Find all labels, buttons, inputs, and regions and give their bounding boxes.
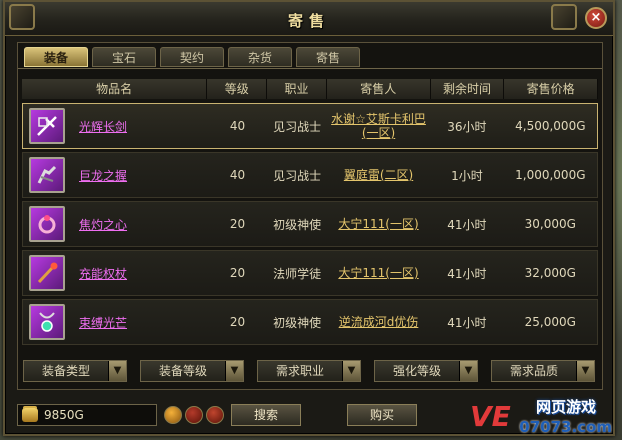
- watermark-logo: VE: [470, 400, 511, 433]
- column-header-seller[interactable]: 寄售人: [326, 79, 431, 99]
- window-titlebar[interactable]: 寄售 ×: [5, 2, 613, 36]
- gauntlet-icon[interactable]: [29, 157, 65, 193]
- item-cell: 光辉长剑: [23, 108, 208, 144]
- dropdown-arrow-icon[interactable]: ▼: [342, 361, 360, 381]
- item-job: 见习战士: [273, 168, 322, 183]
- filter-label: 强化等级: [392, 364, 441, 378]
- table-row[interactable]: 巨龙之握 40 见习战士 翼庭雷(二区) 1小时 1,000,000G: [22, 152, 598, 198]
- item-job: 初级神使: [273, 217, 322, 232]
- close-button[interactable]: ×: [585, 7, 607, 29]
- item-cell: 巨龙之握: [23, 157, 208, 193]
- dropdown-arrow-icon[interactable]: ▼: [108, 361, 126, 381]
- site-watermark: VE 网页游戏 07073.com: [470, 396, 620, 440]
- item-job: 法师学徒: [273, 266, 322, 281]
- table-row[interactable]: 束缚光芒 20 初级神使 逆流成河d优伤 41小时 25,000G: [22, 299, 598, 345]
- column-header-time[interactable]: 剩余时间: [430, 79, 505, 99]
- column-header-job[interactable]: 职业: [267, 79, 327, 99]
- tab-contracts[interactable]: 契约: [160, 47, 224, 67]
- gold-display: 9850G: [17, 404, 157, 426]
- filter-label: 需求品质: [509, 364, 558, 378]
- item-name-link[interactable]: 巨龙之握: [79, 167, 127, 184]
- consignment-window: 寄售 × 装备 宝石 契约 杂货 寄售 物品名 等级 职业 寄售人 剩余时间 寄…: [3, 0, 615, 436]
- item-level: 40: [229, 119, 246, 133]
- item-level: 20: [229, 315, 246, 329]
- item-price: 1,000,000G: [515, 168, 586, 182]
- column-header-price[interactable]: 寄售价格: [504, 79, 599, 99]
- filter-required-job[interactable]: 需求职业 ▼: [257, 360, 361, 382]
- item-price: 25,000G: [524, 315, 576, 329]
- column-header-level[interactable]: 等级: [207, 79, 268, 99]
- seller-link[interactable]: 大宁111(一区): [327, 266, 430, 280]
- filter-bar: 装备类型 ▼ 装备等级 ▼ 需求职业 ▼ 强化等级 ▼ 需求品质 ▼: [23, 360, 595, 382]
- item-name-link[interactable]: 光辉长剑: [79, 118, 127, 135]
- item-price: 32,000G: [524, 266, 576, 280]
- filter-label: 装备等级: [158, 364, 207, 378]
- seller-link[interactable]: 水谢☆艾斯卡利巴(一区): [327, 112, 430, 140]
- item-level: 20: [229, 217, 246, 231]
- buy-button[interactable]: 购买: [347, 404, 417, 426]
- item-cell: 焦灼之心: [23, 206, 208, 242]
- item-price: 4,500,000G: [515, 119, 586, 133]
- arrow-up-icon[interactable]: [206, 406, 224, 424]
- item-job: 见习战士: [273, 119, 322, 134]
- filter-label: 需求职业: [275, 364, 324, 378]
- filter-label: 装备类型: [41, 364, 90, 378]
- watermark-line2: 07073.com: [519, 418, 612, 436]
- seller-link[interactable]: 逆流成河d优伤: [327, 315, 430, 329]
- filter-required-quality[interactable]: 需求品质 ▼: [491, 360, 595, 382]
- remaining-time: 41小时: [447, 217, 487, 232]
- dropdown-arrow-icon[interactable]: ▼: [225, 361, 243, 381]
- emote-icon[interactable]: [164, 406, 182, 424]
- dropdown-arrow-icon[interactable]: ▼: [459, 361, 477, 381]
- item-level: 40: [229, 168, 246, 182]
- amulet-icon[interactable]: [29, 304, 65, 340]
- item-price: 30,000G: [524, 217, 576, 231]
- column-header-name[interactable]: 物品名: [22, 79, 208, 99]
- watermark-line1: 网页游戏: [535, 398, 596, 416]
- search-button[interactable]: 搜索: [231, 404, 301, 426]
- listing-panel: 装备 宝石 契约 杂货 寄售 物品名 等级 职业 寄售人 剩余时间 寄售价格 光…: [17, 42, 603, 390]
- item-cell: 充能权杖: [23, 255, 208, 291]
- filter-equipment-type[interactable]: 装备类型 ▼: [23, 360, 127, 382]
- arrow-down-icon[interactable]: [185, 406, 203, 424]
- table-row[interactable]: 焦灼之心 20 初级神使 大宁111(一区) 41小时 30,000G: [22, 201, 598, 247]
- staff-icon[interactable]: [29, 255, 65, 291]
- item-name-link[interactable]: 束缚光芒: [79, 314, 127, 331]
- table-row[interactable]: 充能权杖 20 法师学徒 大宁111(一区) 41小时 32,000G: [22, 250, 598, 296]
- sword-icon[interactable]: [29, 108, 65, 144]
- gold-coin-icon: [22, 408, 38, 422]
- dropdown-arrow-icon[interactable]: ▼: [576, 361, 594, 381]
- item-cell: 束缚光芒: [23, 304, 208, 340]
- remaining-time: 41小时: [447, 315, 487, 330]
- corner-ornament-right: [551, 4, 577, 30]
- item-name-link[interactable]: 充能权杖: [79, 265, 127, 282]
- remaining-time: 41小时: [447, 266, 487, 281]
- tab-divider: [18, 68, 602, 69]
- table-header: 物品名 等级 职业 寄售人 剩余时间 寄售价格: [22, 79, 599, 99]
- ring-icon[interactable]: [29, 206, 65, 242]
- remaining-time: 1小时: [451, 168, 483, 183]
- gold-amount: 9850G: [44, 408, 84, 422]
- seller-link[interactable]: 大宁111(一区): [327, 217, 430, 231]
- item-job: 初级神使: [273, 315, 322, 330]
- window-title: 寄售: [287, 12, 330, 30]
- listing-rows: 光辉长剑 40 见习战士 水谢☆艾斯卡利巴(一区) 36小时 4,500,000…: [22, 103, 598, 348]
- filter-equipment-level[interactable]: 装备等级 ▼: [140, 360, 244, 382]
- item-level: 20: [229, 266, 246, 280]
- tab-misc[interactable]: 杂货: [228, 47, 292, 67]
- tab-gems[interactable]: 宝石: [92, 47, 156, 67]
- filter-enhance-level[interactable]: 强化等级 ▼: [374, 360, 478, 382]
- category-tabs: 装备 宝石 契约 杂货 寄售: [24, 47, 360, 69]
- tab-equipment[interactable]: 装备: [24, 47, 88, 67]
- remaining-time: 36小时: [447, 119, 487, 134]
- table-row[interactable]: 光辉长剑 40 见习战士 水谢☆艾斯卡利巴(一区) 36小时 4,500,000…: [22, 103, 598, 149]
- item-name-link[interactable]: 焦灼之心: [79, 216, 127, 233]
- tab-consign[interactable]: 寄售: [296, 47, 360, 67]
- seller-link[interactable]: 翼庭雷(二区): [327, 168, 430, 182]
